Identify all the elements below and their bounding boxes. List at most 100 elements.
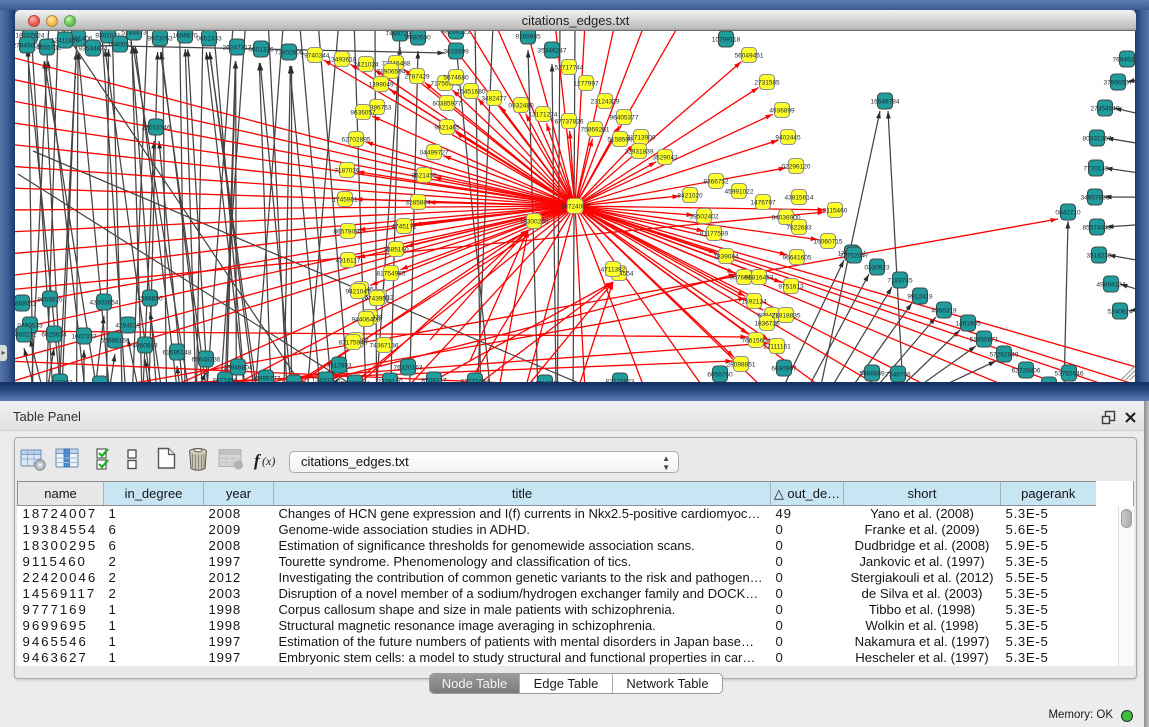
svg-text:99091334: 99091334 (341, 381, 370, 383)
svg-text:45991022: 45991022 (725, 189, 754, 196)
svg-text:2787429: 2787429 (404, 74, 430, 81)
svg-text:57262849: 57262849 (990, 352, 1019, 359)
svg-text:2328120: 2328120 (377, 379, 403, 383)
svg-text:5869232: 5869232 (15, 332, 37, 339)
svg-text:4316117: 4316117 (336, 258, 361, 265)
svg-text:86578091: 86578091 (334, 229, 363, 236)
svg-text:0980500: 0980500 (405, 35, 431, 42)
svg-text:1671902: 1671902 (47, 380, 73, 383)
svg-text:9421047: 9421047 (345, 289, 371, 296)
svg-text:29946804: 29946804 (224, 365, 253, 372)
svg-text:9169985: 9169985 (515, 34, 541, 41)
svg-text:28098851: 28098851 (727, 362, 756, 369)
svg-text:9402445: 9402445 (775, 135, 801, 142)
svg-text:7770143: 7770143 (1083, 166, 1109, 173)
svg-text:3529042: 3529042 (652, 155, 678, 162)
svg-text:5183473: 5183473 (121, 31, 147, 37)
svg-text:73602606: 73602606 (275, 50, 304, 57)
svg-text:8708317: 8708317 (421, 378, 447, 383)
svg-text:16648784: 16648784 (871, 99, 900, 106)
svg-text:16060715: 16060715 (814, 239, 843, 246)
svg-text:6658760: 6658760 (707, 372, 733, 379)
svg-text:81223623: 81223623 (606, 379, 635, 383)
svg-text:4294019: 4294019 (115, 323, 141, 330)
svg-text:31713900: 31713900 (627, 135, 656, 142)
svg-text:35346247: 35346247 (538, 48, 567, 55)
svg-text:79740344: 79740344 (301, 53, 330, 60)
svg-text:0651333: 0651333 (196, 36, 222, 43)
svg-text:4936899: 4936899 (769, 108, 795, 115)
svg-text:34957885: 34957885 (1081, 195, 1110, 202)
svg-text:29053346: 29053346 (142, 125, 171, 132)
svg-text:71906594: 71906594 (377, 69, 406, 76)
svg-text:9743953: 9743953 (364, 296, 390, 303)
svg-text:5240824: 5240824 (1107, 309, 1133, 316)
svg-text:39502402: 39502402 (690, 214, 719, 221)
svg-text:81754965: 81754965 (377, 271, 406, 278)
svg-text:23124329: 23124329 (591, 99, 620, 106)
svg-text:3619399: 3619399 (443, 49, 469, 56)
svg-text:1277997: 1277997 (573, 81, 599, 88)
svg-text:53755646: 53755646 (1055, 371, 1084, 378)
svg-text:7187026: 7187026 (334, 168, 360, 175)
svg-text:96816453: 96816453 (745, 275, 774, 282)
svg-text:27849808: 27849808 (15, 43, 42, 50)
svg-text:3685160: 3685160 (383, 247, 409, 254)
svg-text:7917693: 7917693 (326, 363, 352, 370)
svg-text:9521456: 9521456 (411, 173, 437, 180)
svg-text:27354549: 27354549 (1091, 106, 1120, 113)
svg-text:1592124: 1592124 (741, 299, 767, 306)
svg-text:9636057: 9636057 (350, 110, 376, 117)
svg-text:8366752: 8366752 (703, 179, 729, 186)
svg-text:3518233: 3518233 (1086, 253, 1112, 260)
svg-text:18724007: 18724007 (561, 204, 590, 211)
svg-text:36995777: 36995777 (252, 376, 281, 383)
svg-text:96641605: 96641605 (783, 255, 812, 262)
svg-text:12411824: 12411824 (51, 38, 80, 45)
svg-text:27868011: 27868011 (15, 301, 37, 308)
svg-text:13171274: 13171274 (529, 112, 558, 119)
svg-text:87277434: 87277434 (461, 379, 490, 383)
svg-text:1745961: 1745961 (332, 197, 358, 204)
svg-text:7193745: 7193745 (887, 278, 913, 285)
svg-text:43303654: 43303654 (90, 300, 119, 307)
svg-text:75869261: 75869261 (581, 127, 610, 134)
svg-text:9912419: 9912419 (907, 294, 933, 301)
svg-text:76320163: 76320163 (394, 365, 423, 372)
svg-text:9413186: 9413186 (87, 382, 113, 383)
svg-text:32931839: 32931839 (625, 149, 654, 156)
svg-text:04499727: 04499727 (420, 150, 449, 157)
svg-text:1836736: 1836736 (754, 321, 780, 328)
svg-text:4966319: 4966319 (931, 308, 957, 315)
svg-text:82175946: 82175946 (339, 340, 368, 347)
svg-text:4060883: 4060883 (132, 343, 158, 350)
svg-text:4711382: 4711382 (601, 267, 626, 274)
svg-text:18300295: 18300295 (520, 219, 549, 226)
svg-text:94406409: 94406409 (352, 317, 381, 324)
svg-text:1476797: 1476797 (750, 200, 776, 207)
svg-text:2421024: 2421024 (353, 62, 379, 69)
svg-text:74367136: 74367136 (370, 343, 399, 350)
svg-text:77752047: 77752047 (840, 253, 869, 260)
svg-text:62729806: 62729806 (1012, 368, 1041, 375)
svg-text:9973763: 9973763 (147, 36, 173, 43)
svg-text:1399049: 1399049 (368, 82, 394, 89)
svg-text:56049451: 56049451 (735, 53, 764, 60)
svg-text:0330923: 0330923 (864, 265, 890, 272)
svg-text:9115460: 9115460 (823, 208, 848, 215)
svg-text:7622683: 7622683 (786, 225, 812, 232)
svg-text:27111161: 27111161 (763, 344, 791, 351)
svg-text:81177589: 81177589 (700, 231, 729, 238)
svg-text:0842710: 0842710 (1055, 210, 1081, 217)
svg-text:1656670: 1656670 (172, 33, 198, 40)
svg-text:76945314: 76945314 (1113, 57, 1135, 64)
svg-text:5466889: 5466889 (859, 371, 885, 378)
svg-text:02296120: 02296120 (782, 164, 811, 171)
svg-text:8677496: 8677496 (212, 378, 238, 383)
svg-text:55698169: 55698169 (101, 338, 130, 345)
svg-text:60385977: 60385977 (433, 101, 462, 108)
svg-text:67737826: 67737826 (555, 119, 584, 126)
svg-text:0932480: 0932480 (508, 103, 534, 110)
svg-text:7346706: 7346706 (885, 372, 911, 379)
svg-text:1607337: 1607337 (71, 334, 97, 341)
